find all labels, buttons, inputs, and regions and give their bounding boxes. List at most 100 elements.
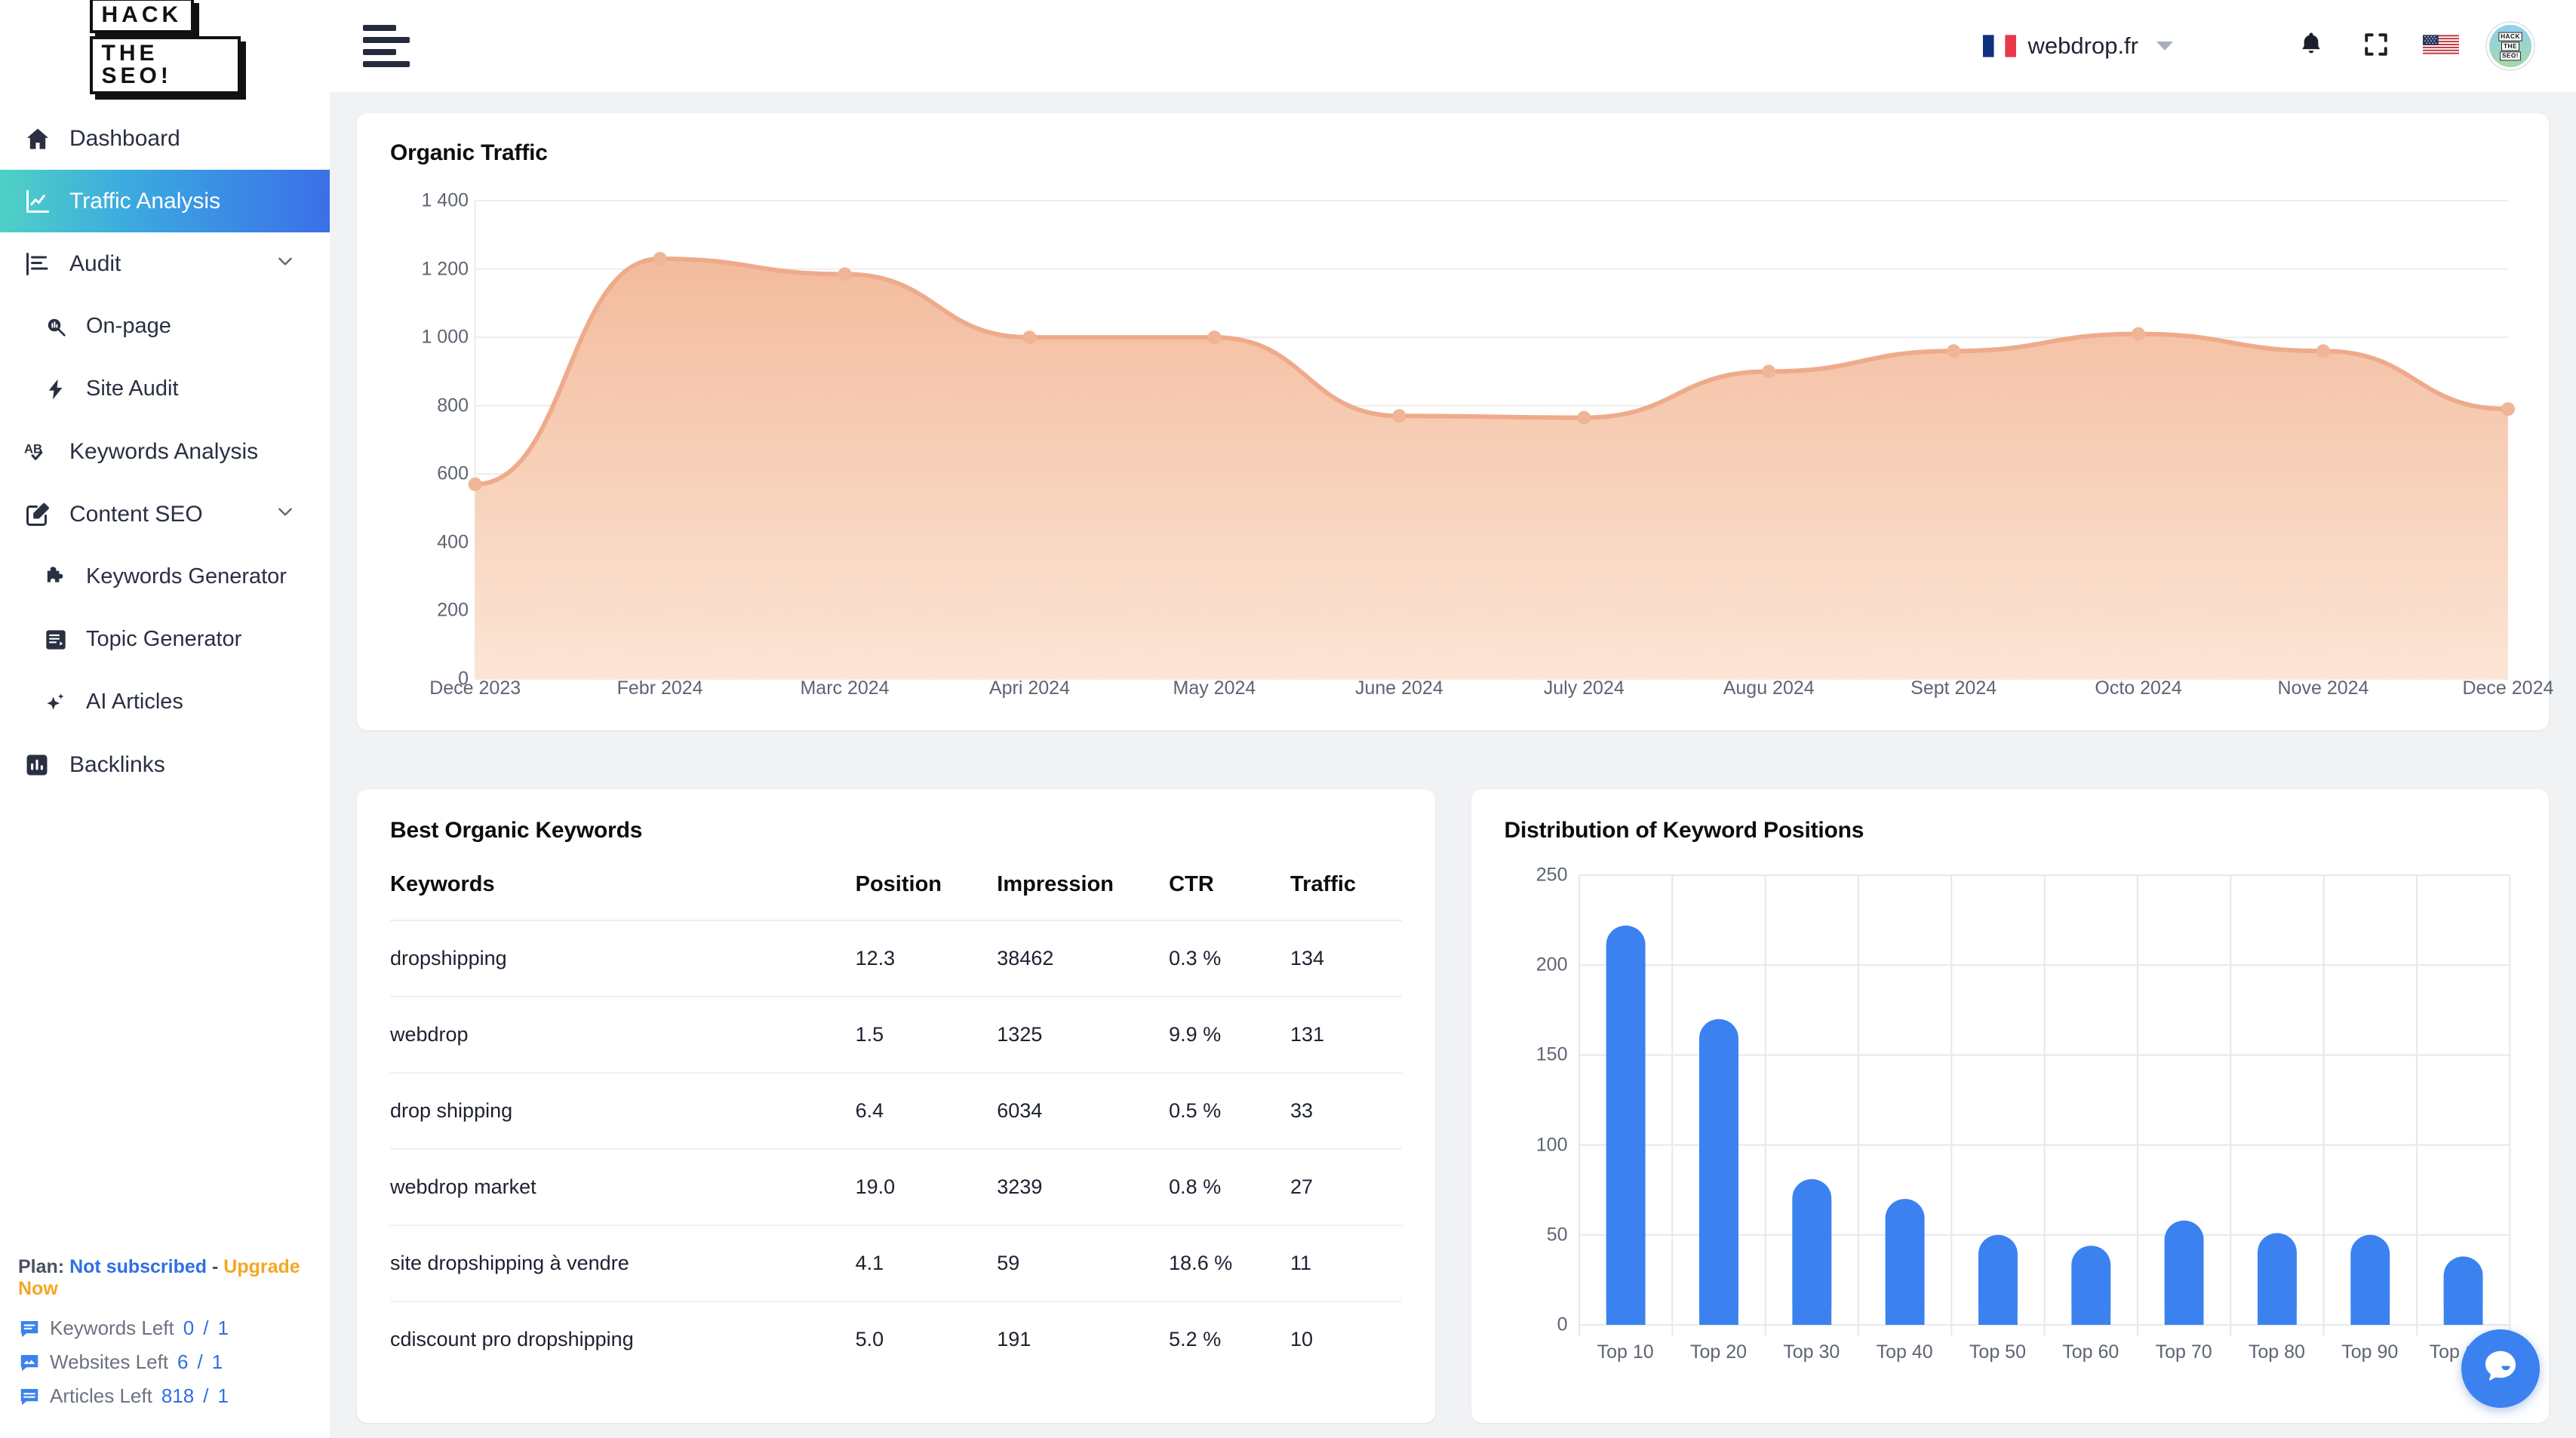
table-row[interactable]: dropshipping 12.3 38462 0.3 % 134 [390, 920, 1402, 997]
data-point [1392, 409, 1406, 423]
main-area: webdrop.fr HACK THE SEO! Organic Traffic… [330, 0, 2576, 1438]
y-axis-tick: 400 [437, 531, 469, 553]
cell-impression: 1325 [997, 997, 1170, 1074]
chat-box-icon [18, 1317, 41, 1340]
cell-position: 19.0 [855, 1149, 998, 1226]
sidebar-item-label: Dashboard [69, 125, 180, 151]
table-row[interactable]: cdiscount pro dropshipping 5.0 191 5.2 % 10 [390, 1301, 1402, 1377]
cell-ctr: 9.9 % [1169, 997, 1291, 1074]
bar-x-axis-tick: Top 70 [2155, 1341, 2212, 1363]
best-organic-keywords-card: Best Organic Keywords Keywords Position … [357, 789, 1435, 1423]
sidebar-item-on-page[interactable]: On-page [0, 295, 330, 358]
sidebar-item-traffic-analysis[interactable]: Traffic Analysis [0, 170, 330, 232]
ab-check-icon: AB [24, 438, 59, 466]
logo-line-2: THE SEO! [89, 36, 241, 94]
chat-bubble-icon [2479, 1345, 2522, 1393]
page-title: Organic Traffic [390, 140, 548, 165]
x-axis-tick: Marc 2024 [800, 678, 890, 699]
chevron-down-icon[interactable] [275, 502, 295, 527]
cell-traffic: 11 [1290, 1225, 1402, 1302]
x-axis-tick: Augu 2024 [1723, 678, 1815, 699]
sidebar-item-backlinks[interactable]: Backlinks [0, 733, 330, 796]
cell-impression: 3239 [997, 1149, 1170, 1226]
sidebar-item-label: Site Audit [86, 376, 179, 401]
x-axis-tick: Dece 2024 [2462, 678, 2554, 699]
plan-prefix: Plan: [18, 1256, 65, 1277]
sidebar-item-audit[interactable]: Audit [0, 232, 330, 295]
sidebar-item-topic-generator[interactable]: Topic Generator [0, 608, 330, 671]
distribution-card-title: Distribution of Keyword Positions [1504, 818, 1864, 843]
column-header-ctr[interactable]: CTR [1169, 872, 1291, 921]
keywords-table: Keywords Position Impression CTR Traffic… [390, 872, 1402, 1377]
cell-traffic: 131 [1290, 997, 1402, 1074]
organic-traffic-chart: 0 200 400 600 800 1 000 1 200 1 400 Dece 2023 Fe… [390, 189, 2553, 717]
table-row[interactable]: webdrop market 19.0 3239 0.8 % 27 [390, 1149, 1402, 1226]
avatar[interactable]: HACK THE SEO! [2487, 23, 2534, 69]
column-header-position[interactable]: Position [855, 872, 998, 921]
data-point [1577, 410, 1591, 425]
fullscreen-button[interactable] [2344, 31, 2408, 62]
keyword-distribution-card: Distribution of Keyword Positions 0 50 100… [1471, 789, 2549, 1423]
sidebar-item-keywords-generator[interactable]: Keywords Generator [0, 545, 330, 608]
fullscreen-icon [2362, 31, 2390, 62]
sidebar-item-ai-articles[interactable]: AI Articles [0, 671, 330, 733]
flag-usa-icon [2423, 32, 2459, 60]
organic-traffic-card: Organic Traffic 0 200 400 600 800 1 000 … [357, 113, 2553, 730]
sidebar-item-dashboard[interactable]: Dashboard [0, 107, 330, 170]
sidebar-item-label: Backlinks [69, 751, 165, 777]
sidebar-item-label: Content SEO [69, 501, 203, 527]
sidebar-item-keywords-analysis[interactable]: AB Keywords Analysis [0, 420, 330, 483]
chat-widget-button[interactable] [2461, 1329, 2540, 1408]
domain-name: webdrop.fr [2027, 32, 2138, 59]
dashboard-content: Organic Traffic 0 200 400 600 800 1 000 … [330, 92, 2576, 1438]
brand-logo[interactable]: HACK THE SEO! [0, 0, 330, 94]
sidebar-item-site-audit[interactable]: Site Audit [0, 358, 330, 420]
topbar-right: webdrop.fr HACK THE SEO! [1982, 23, 2534, 69]
x-axis-tick: Nove 2024 [2277, 678, 2369, 699]
table-row[interactable]: webdrop 1.5 1325 9.9 % 131 [390, 997, 1402, 1074]
hamburger-icon[interactable] [363, 25, 410, 67]
quota-label: Websites Left [50, 1350, 169, 1373]
quota-used: 6 [177, 1350, 189, 1373]
x-axis-tick: June 2024 [1354, 678, 1443, 699]
cell-position: 1.5 [855, 997, 998, 1074]
column-header-keywords[interactable]: Keywords [390, 872, 856, 921]
sidebar: HACK THE SEO! Dashboard Traffic Analysis [0, 0, 330, 1438]
cell-ctr: 18.6 % [1169, 1225, 1291, 1302]
table-header-row: Keywords Position Impression CTR Traffic [390, 872, 1402, 921]
quota-slash: / [203, 1317, 209, 1339]
app-root: HACK THE SEO! Dashboard Traffic Analysis [0, 0, 2576, 1438]
language-selector[interactable] [2408, 32, 2473, 60]
cell-keyword: webdrop market [390, 1149, 856, 1226]
lower-row: Best Organic Keywords Keywords Position … [357, 789, 2549, 1423]
notifications-button[interactable] [2279, 30, 2344, 63]
plan-status-line: Plan: Not subscribed - Upgrade Now [18, 1256, 330, 1300]
plan-status: Not subscribed [69, 1256, 207, 1277]
chevron-down-icon[interactable] [275, 251, 295, 277]
chart-line-icon [24, 188, 59, 215]
plan-separator: - [212, 1256, 219, 1277]
keywords-card-title: Best Organic Keywords [390, 818, 643, 843]
y-axis-tick: 800 [437, 395, 469, 416]
cell-traffic: 10 [1290, 1328, 1314, 1350]
domain-selector[interactable]: webdrop.fr [1982, 32, 2173, 60]
y-axis-tick: 200 [437, 599, 469, 621]
y-axis-tick: 600 [437, 462, 469, 484]
table-row[interactable]: site dropshipping à vendre 4.1 59 18.6 % 11 [390, 1225, 1402, 1302]
cell-impression: 6034 [997, 1073, 1170, 1150]
quota-websites-left: Websites Left 6 / 1 [18, 1350, 330, 1374]
sidebar-item-label: Audit [69, 250, 121, 276]
search-chart-icon [44, 315, 75, 339]
flag-france-icon [1982, 35, 2016, 57]
column-header-impression[interactable]: Impression [997, 872, 1170, 921]
table-row[interactable]: drop shipping 6.4 6034 0.5 % 33 [390, 1073, 1402, 1150]
cell-keyword: site dropshipping à vendre [390, 1225, 856, 1302]
sidebar-item-content-seo[interactable]: Content SEO [0, 483, 330, 545]
y-axis-tick: 1 000 [421, 326, 469, 348]
cell-position: 12.3 [855, 920, 998, 997]
quota-total: 1 [217, 1317, 229, 1339]
cell-impression: 191 [997, 1328, 1031, 1350]
home-icon [24, 125, 59, 152]
puzzle-icon [44, 565, 75, 589]
column-header-traffic[interactable]: Traffic [1290, 872, 1402, 921]
